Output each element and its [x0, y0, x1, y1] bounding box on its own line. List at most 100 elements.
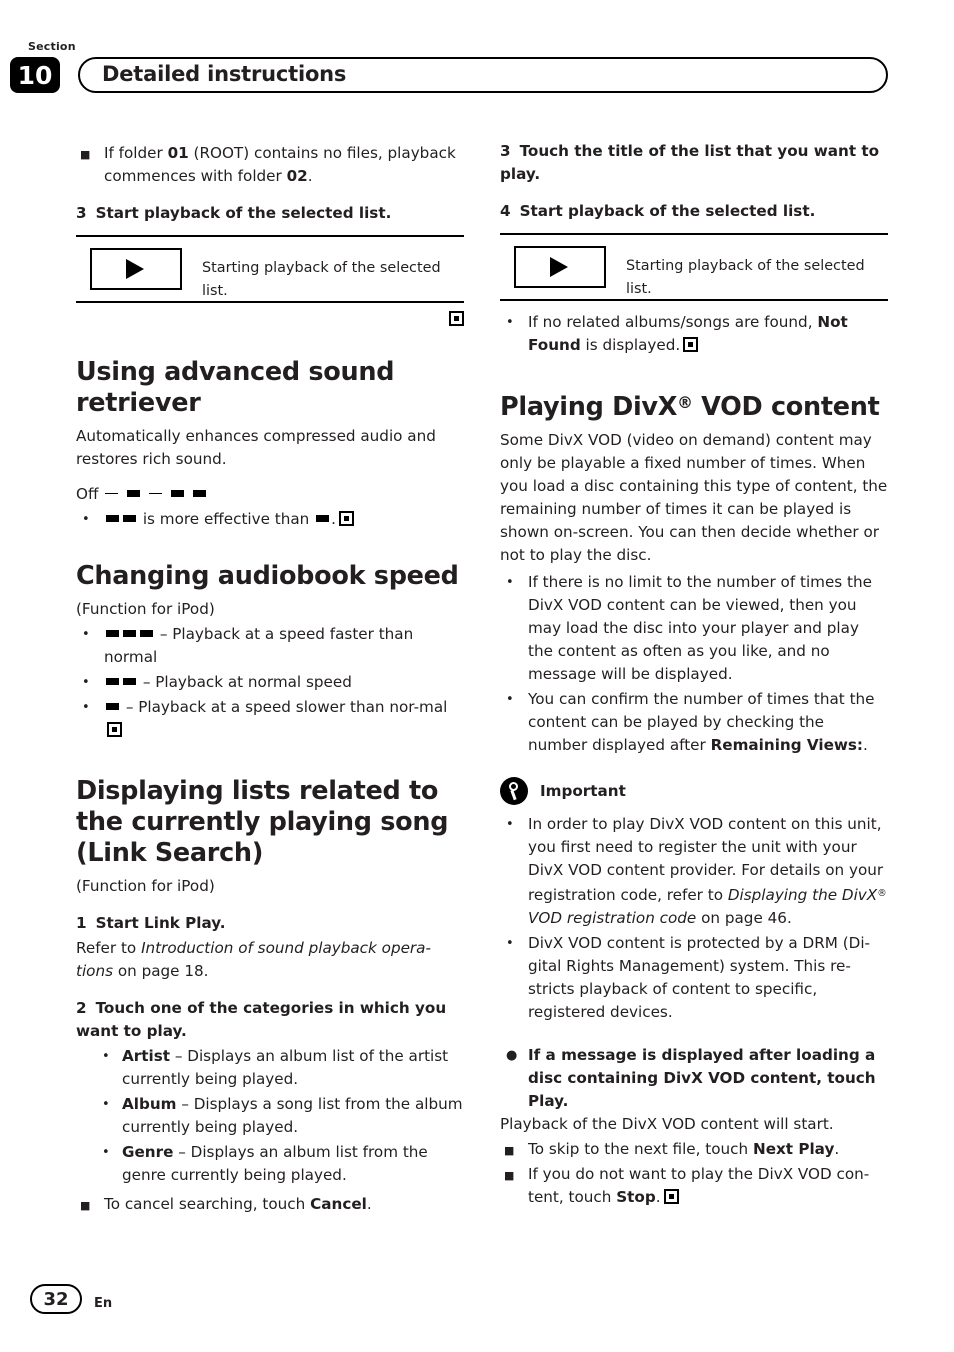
heading-audiobook: Changing audiobook speed: [76, 561, 459, 591]
bar-icon: [106, 515, 119, 522]
audiobook-slow-text: – Playback at a speed slower than nor-ma…: [125, 698, 448, 716]
filled-dot-bullet-icon: ●: [506, 1048, 518, 1064]
bar-icon: [316, 515, 330, 522]
sound-retriever-off-label: Off: [76, 485, 99, 503]
audiobook-fast-bullet: • – Playback at a speed faster than norm…: [76, 623, 464, 669]
important-notice-header: Important: [500, 777, 888, 807]
dot-bullet-icon: •: [102, 1049, 110, 1064]
square-bullet-icon: ■: [504, 1169, 515, 1183]
important-bell-icon: [500, 777, 528, 806]
refer-prefix: Refer to: [76, 939, 142, 957]
dot-bullet-icon: •: [102, 1097, 110, 1112]
link-step-2-text: Touch one of the categories in which you…: [76, 999, 447, 1040]
next-play-button-name: Next Play: [752, 1140, 835, 1159]
dot-bullet-icon: •: [506, 575, 514, 591]
link-step-1-reference: Refer to Introduction of sound playback …: [76, 937, 464, 983]
right-playback-caption: Starting playback of the selected list.: [626, 258, 865, 297]
audiobook-function-note: (Function for iPod): [76, 600, 215, 618]
square-bullet-icon: ■: [504, 1144, 515, 1158]
category-artist: • Artist – Displays an album list of the…: [76, 1045, 464, 1091]
right-column: 3 Touch the title of the list that you wa…: [500, 140, 888, 1209]
cancel-prefix: To cancel searching, touch: [104, 1195, 311, 1213]
link-step-1-text: Start Link Play.: [95, 914, 226, 932]
divx-body: Some DivX VOD (video on demand) content …: [500, 431, 888, 565]
section-number-badge: 10: [10, 57, 60, 93]
sound-retriever-levels: Off: [76, 483, 464, 506]
right-step-3: 3 Touch the title of the list that you wa…: [500, 140, 888, 186]
bar-icon: [192, 490, 206, 497]
bar-icon: [123, 630, 136, 637]
not-found-note: • If no related albums/songs are found, …: [500, 311, 888, 357]
heading-sound-retriever: Using advanced sound retriever: [76, 357, 395, 418]
registered-trademark-icon: ®: [877, 888, 887, 900]
square-bullet-icon: ■: [80, 1199, 91, 1212]
heading-link-search: Displaying lists related to the currentl…: [76, 776, 449, 868]
bar-icon: [106, 678, 119, 685]
category-album: • Album – Displays a song list from the …: [76, 1093, 464, 1139]
square-bullet-icon: ■: [80, 148, 91, 161]
bar-icon: [123, 515, 136, 522]
sound-retriever-bullet-text: is more effective than: [142, 510, 310, 528]
important-title: Important: [540, 782, 626, 801]
link-step-1: 1 Start Link Play.: [76, 912, 464, 935]
category-artist-text: – Displays an album list of the artist c…: [122, 1047, 449, 1088]
next-play-prefix: To skip to the next file, touch: [528, 1140, 753, 1159]
right-step-4: 4 Start playback of the selected list.: [500, 200, 888, 223]
page-title: Detailed instructions: [102, 62, 347, 86]
refer-suffix: on page 18.: [113, 962, 209, 980]
remaining-views-label: Remaining Views:: [710, 736, 864, 755]
message-loading-bullet: ● If a message is displayed after loadin…: [500, 1044, 888, 1113]
heading-divx-prefix: Playing DivX: [500, 392, 678, 423]
stop-suffix: .: [655, 1188, 661, 1207]
intro-bullet-text: If folder 01 (ROOT) contains no files, p…: [104, 144, 456, 185]
end-mark-icon: [338, 511, 354, 526]
cancel-button-name: Cancel: [310, 1195, 367, 1213]
left-playback-figure: Starting playback of the selected list.: [76, 235, 464, 303]
dot-bullet-icon: •: [506, 692, 514, 708]
category-genre-label: Genre: [122, 1143, 174, 1161]
divx-bullet-2-suffix: .: [863, 736, 868, 755]
right-step-4-number: 4: [500, 202, 511, 220]
category-album-label: Album: [122, 1095, 177, 1113]
left-column: ■ If folder 01 (ROOT) contains no files,…: [76, 140, 464, 1216]
bar-icon: [140, 630, 153, 637]
message-body: Playback of the DivX VOD content will st…: [500, 1115, 834, 1134]
audiobook-slow-bullet: • – Playback at a speed slower than nor-…: [76, 696, 464, 742]
sound-retriever-body: Automatically enhances compressed audio …: [76, 427, 436, 468]
bar-icon: [127, 490, 141, 497]
right-step-3-text: Touch the title of the list that you wan…: [500, 142, 880, 183]
dash-icon: [105, 493, 119, 494]
right-step-4-text: Start playback of the selected list.: [519, 202, 816, 220]
play-icon: [550, 257, 568, 277]
link-step-2: 2 Touch one of the categories in which yo…: [76, 997, 464, 1043]
bar-icon: [123, 678, 136, 685]
next-play-note: ■ To skip to the next file, touch Next P…: [500, 1138, 888, 1161]
language-code: En: [94, 1296, 113, 1311]
dot-bullet-icon: •: [506, 936, 514, 952]
stop-note: ■ If you do not want to play the DivX VO…: [500, 1163, 888, 1209]
end-mark-icon: [449, 311, 464, 326]
dot-bullet-icon: •: [82, 512, 90, 527]
end-mark-icon: [683, 337, 699, 352]
end-mark-icon: [107, 722, 122, 737]
link-step-1-number: 1: [76, 914, 87, 932]
heading-divx-vod: Playing DivX® VOD content: [500, 387, 888, 423]
dash-icon: [148, 493, 162, 494]
important-bullet-1: • In order to play DivX VOD content on t…: [500, 813, 888, 930]
audiobook-normal-text: – Playback at normal speed: [142, 673, 352, 691]
category-genre: • Genre – Displays an album list from th…: [76, 1141, 464, 1187]
right-step-3-number: 3: [500, 142, 511, 160]
not-found-prefix: If no related albums/songs are found,: [528, 313, 818, 331]
stop-prefix: If you do not want to play the DivX VOD …: [528, 1165, 870, 1207]
heading-divx-suffix: VOD content: [692, 392, 880, 423]
important-bullet-2: • DivX VOD content is protected by a DRM…: [500, 932, 888, 1024]
dot-bullet-icon: •: [82, 675, 90, 690]
dot-bullet-icon: •: [506, 315, 514, 330]
link-step-2-number: 2: [76, 999, 87, 1017]
important-bullet-1-italic2: VOD registration code: [528, 909, 697, 928]
left-step-3-text: Start playback of the selected list.: [95, 204, 392, 222]
divx-bullet-1: • If there is no limit to the number of …: [500, 571, 888, 686]
page-number-badge: 32: [30, 1284, 82, 1314]
divx-bullet-1-text: If there is no limit to the number of ti…: [528, 573, 872, 684]
not-found-suffix: is displayed.: [580, 336, 681, 354]
